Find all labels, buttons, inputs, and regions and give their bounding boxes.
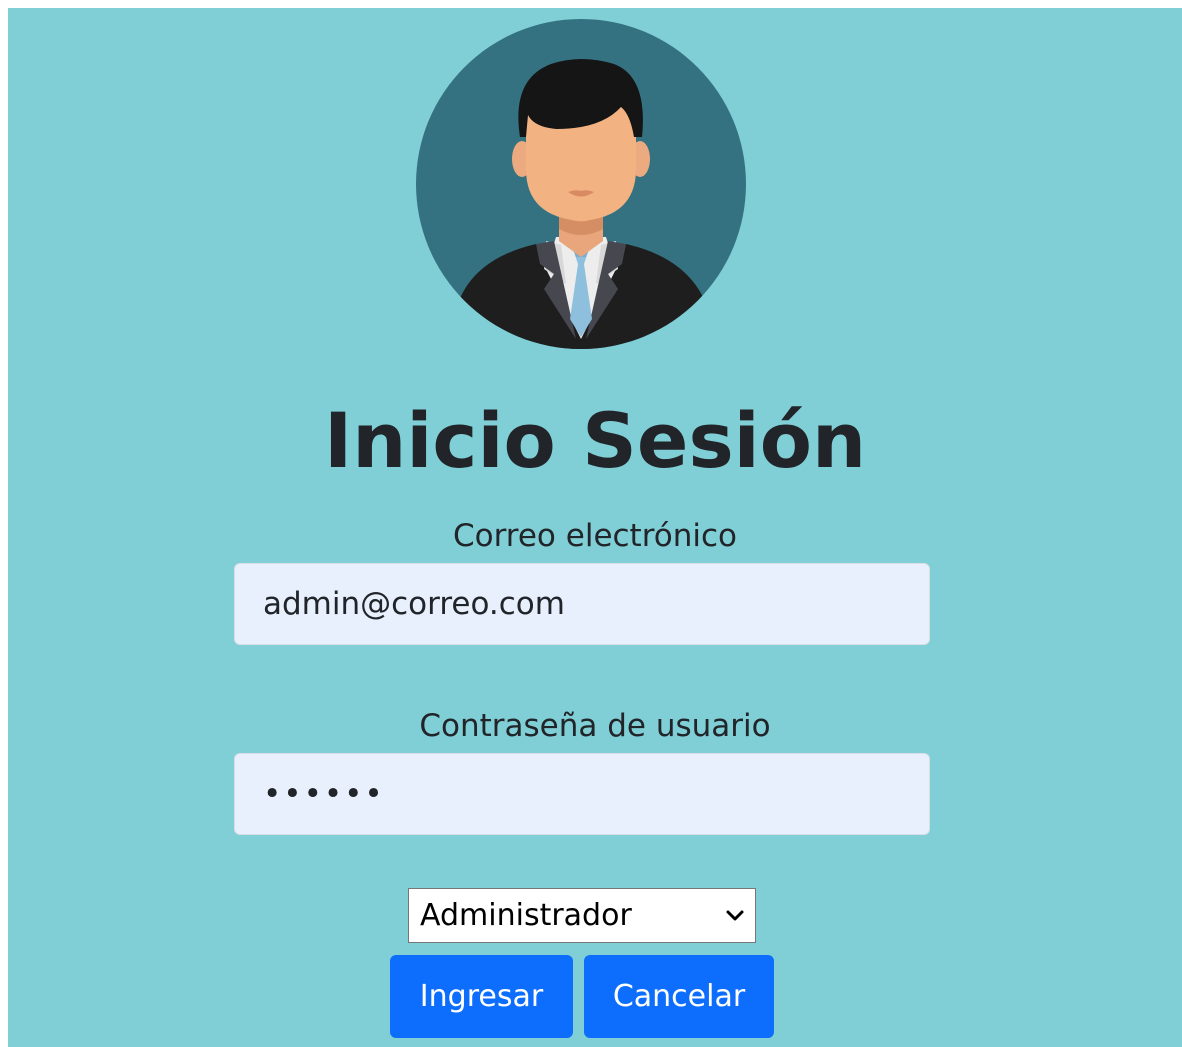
password-label: Contraseña de usuario — [419, 708, 771, 744]
login-panel: Inicio Sesión Correo electrónico Contras… — [8, 8, 1182, 1047]
page-title: Inicio Sesión — [323, 396, 867, 485]
email-label: Correo electrónico — [452, 518, 738, 554]
cancel-button[interactable]: Cancelar — [584, 955, 774, 1038]
submit-button[interactable]: Ingresar — [390, 955, 573, 1038]
user-avatar-icon — [416, 19, 746, 349]
role-select-value: Administrador — [420, 898, 632, 933]
role-select[interactable]: Administrador — [408, 888, 756, 943]
password-field[interactable] — [234, 753, 930, 835]
chevron-down-icon — [726, 910, 744, 921]
email-field[interactable] — [234, 563, 930, 645]
